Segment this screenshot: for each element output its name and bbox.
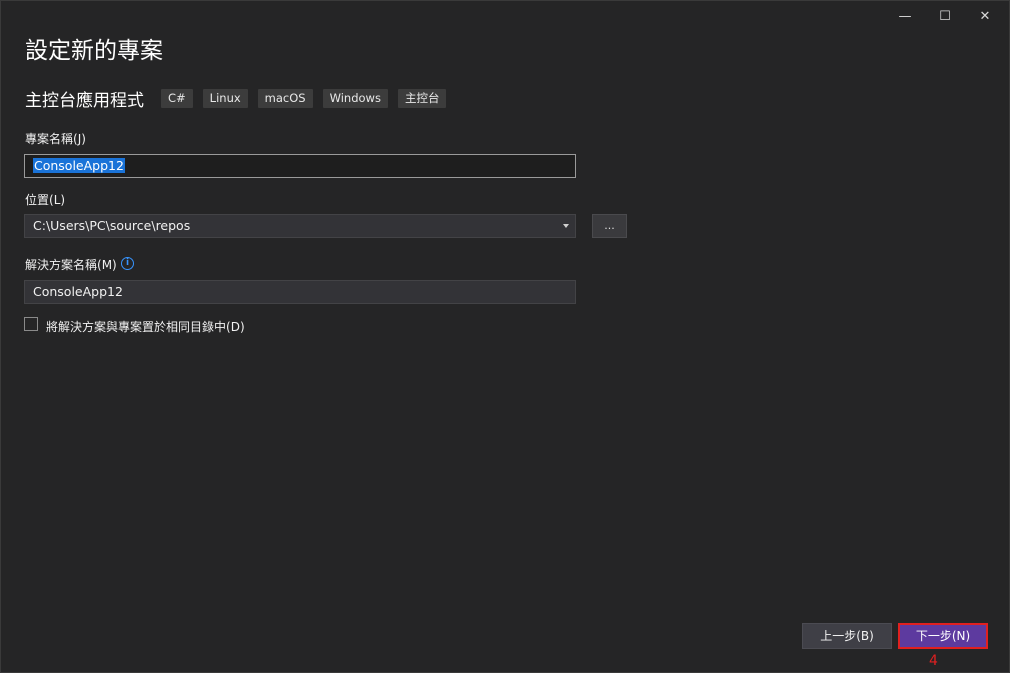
project-name-label-text: 專案名稱: [25, 132, 74, 146]
tag-csharp: C#: [161, 89, 193, 108]
same-directory-mnemonic: (D): [226, 320, 245, 334]
minimize-button[interactable]: —: [885, 5, 925, 27]
window-controls: — ☐ ✕: [885, 5, 1005, 27]
solution-name-input[interactable]: ConsoleApp12: [24, 280, 576, 304]
back-button[interactable]: 上一步(B): [802, 623, 892, 649]
tag-linux: Linux: [202, 89, 248, 108]
chevron-down-icon[interactable]: [563, 224, 569, 228]
maximize-icon: ☐: [939, 8, 951, 24]
solution-name-label-text: 解決方案名稱: [25, 258, 98, 272]
browse-button[interactable]: ...: [592, 214, 627, 238]
same-directory-checkbox[interactable]: [24, 317, 38, 331]
solution-name-mnemonic: (M): [97, 258, 117, 272]
dialog-window: — ☐ ✕ 設定新的專案 主控台應用程式 C# Linux macOS Wind…: [0, 0, 1010, 673]
same-directory-label-text: 將解決方案與專案置於相同目錄中: [46, 320, 227, 334]
minimize-icon: —: [898, 8, 912, 24]
solution-name-value: ConsoleApp12: [33, 284, 123, 299]
tag-console: 主控台: [397, 89, 447, 108]
close-icon: ✕: [979, 8, 991, 24]
location-mnemonic: (L): [49, 193, 66, 207]
template-name: 主控台應用程式: [25, 91, 144, 111]
same-directory-label[interactable]: 將解決方案與專案置於相同目錄中(D): [46, 318, 245, 335]
next-button[interactable]: 下一步(N): [898, 623, 988, 649]
tag-windows: Windows: [322, 89, 388, 108]
step-annotation: 4: [929, 653, 938, 669]
template-header: 主控台應用程式 C# Linux macOS Windows 主控台: [25, 86, 456, 111]
maximize-button[interactable]: ☐: [925, 5, 965, 27]
page-title: 設定新的專案: [25, 38, 163, 64]
solution-name-label: 解決方案名稱(M): [25, 256, 117, 273]
project-name-label: 專案名稱(J): [25, 130, 86, 147]
close-button[interactable]: ✕: [965, 5, 1005, 27]
location-combobox[interactable]: C:\Users\PC\source\repos: [24, 214, 576, 238]
project-name-value: ConsoleApp12: [33, 158, 125, 173]
location-label: 位置(L): [25, 191, 65, 208]
project-name-input[interactable]: ConsoleApp12: [24, 154, 576, 178]
tag-macos: macOS: [257, 89, 313, 108]
location-value: C:\Users\PC\source\repos: [33, 218, 191, 233]
info-icon[interactable]: i: [121, 257, 134, 270]
location-label-text: 位置: [25, 193, 50, 207]
project-name-mnemonic: (J): [73, 132, 86, 146]
